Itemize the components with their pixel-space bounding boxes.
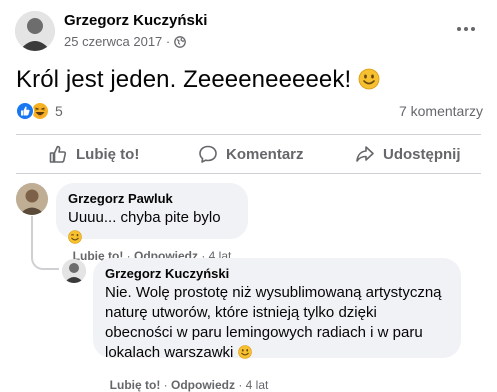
reply-line: obecności w paru lemingowych radiach i w… xyxy=(105,324,423,341)
globe-icon[interactable] xyxy=(173,35,186,48)
comment-author-name[interactable]: Grzegorz Pawluk xyxy=(68,191,236,206)
share-button[interactable]: Udostępnij xyxy=(355,144,461,164)
comment-button[interactable]: Komentarz xyxy=(198,144,304,164)
share-icon xyxy=(355,144,375,164)
comment-button-label: Komentarz xyxy=(226,145,304,163)
meta-separator: · xyxy=(162,34,174,49)
comment-icon xyxy=(198,144,218,164)
comments-count[interactable]: 7 komentarzy xyxy=(399,103,483,119)
reply-time[interactable]: 4 lat xyxy=(246,378,269,392)
comment-bubble: Grzegorz Pawluk Uuuu... chyba pite bylo xyxy=(56,183,248,244)
smile-emoji-icon xyxy=(237,345,252,359)
post-text: Król jest jeden. Zeeeeneeeeek! xyxy=(16,66,380,94)
reply-actions: Lubię to! · Odpowiedz · 4 lat xyxy=(103,364,269,392)
reply-line-last: lokalach warszawki xyxy=(105,343,449,363)
actions-separator: · xyxy=(235,378,246,392)
post-meta: 25 czerwca 2017 · xyxy=(64,34,186,49)
reply-text: Nie. Wolę prostotę niż wysublimowaną art… xyxy=(105,283,449,363)
reply-reply-link[interactable]: Odpowiedz xyxy=(171,378,235,392)
post-author-avatar[interactable] xyxy=(15,11,55,51)
divider-top xyxy=(16,134,481,135)
reply-author-avatar[interactable] xyxy=(62,259,86,283)
post-author-name[interactable]: Grzegorz Kuczyński xyxy=(64,12,207,29)
like-button-label: Lubię to! xyxy=(76,145,140,163)
thread-curve xyxy=(31,240,59,270)
reply-author-name[interactable]: Grzegorz Kuczyński xyxy=(105,266,449,281)
reply-line: Nie. Wolę prostotę niż wysublimowaną art… xyxy=(105,284,442,301)
smile-emoji-icon xyxy=(358,68,380,90)
reply-line: lokalach warszawki xyxy=(105,344,234,361)
reactions-summary[interactable]: 5 xyxy=(16,102,63,120)
reaction-count[interactable]: 5 xyxy=(55,103,63,119)
reply-bubble: Grzegorz Kuczyński Nie. Wolę prostotę ni… xyxy=(93,258,461,361)
post-text-content: Król jest jeden. Zeeeeneeeeek! xyxy=(16,66,352,93)
comment-author-avatar[interactable] xyxy=(16,183,48,215)
thumb-up-icon xyxy=(48,144,68,164)
comment-text-content: Uuuu... chyba pite bylo xyxy=(68,209,221,226)
post-date[interactable]: 25 czerwca 2017 xyxy=(64,34,162,49)
divider-bottom xyxy=(16,173,481,174)
like-reaction-icon xyxy=(16,102,34,120)
share-button-label: Udostępnij xyxy=(383,145,461,163)
like-button[interactable]: Lubię to! xyxy=(48,144,139,164)
more-options-icon[interactable] xyxy=(455,18,477,40)
reply-line: naturę utworów, które istnieją tylko dzi… xyxy=(105,304,377,321)
actions-separator: · xyxy=(160,378,171,392)
reply-like-link[interactable]: Lubię to! xyxy=(110,378,161,392)
